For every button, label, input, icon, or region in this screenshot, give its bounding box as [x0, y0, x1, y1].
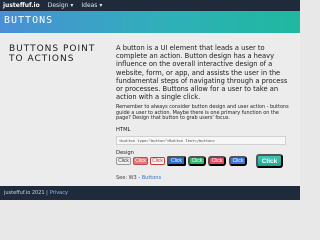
nav-ideas-dropdown[interactable]: Ideas ▾ — [81, 2, 102, 9]
button-examples-row: Click Click Click Click Click Click Clic… — [116, 154, 294, 170]
nav-design-dropdown[interactable]: Design ▾ — [48, 2, 74, 9]
example-button-danger-filled[interactable]: Click — [133, 157, 148, 165]
example-button-danger-outline[interactable]: Click — [150, 157, 165, 165]
html-label: HTML — [116, 126, 131, 133]
hero-banner: BUTTONS — [0, 11, 300, 33]
footer: justeffuf.io 2021 | Privacy — [0, 186, 300, 200]
top-navbar: justeffuf.io Design ▾ Ideas ▾ — [0, 0, 300, 11]
example-button-teal-large[interactable]: Click — [256, 154, 283, 168]
content-column: A button is a UI element that leads a us… — [116, 44, 294, 181]
example-button-primary[interactable]: Click — [167, 156, 186, 166]
example-button-pink[interactable]: Click — [208, 156, 226, 166]
footer-copyright: justeffuf.io 2021 | — [4, 190, 48, 196]
reference-text: See: W3 - Buttons — [116, 175, 161, 181]
guidance-text: Remember to always consider button desig… — [116, 104, 289, 122]
page-title: BUTTONS — [4, 15, 54, 26]
example-button-default[interactable]: Click — [116, 157, 131, 165]
main-content: BUTTONS POINT TO ACTIONS A button is a U… — [0, 33, 300, 186]
reference-link[interactable]: Buttons — [142, 175, 161, 181]
code-sample: <button type="button">Button Text</butto… — [116, 135, 286, 145]
example-button-success[interactable]: Click — [188, 156, 206, 166]
privacy-link[interactable]: Privacy — [50, 190, 68, 196]
reference-prefix: See: W3 - — [116, 175, 142, 181]
example-button-blue[interactable]: Click — [229, 156, 247, 166]
section-heading: BUTTONS POINT TO ACTIONS — [9, 44, 96, 64]
intro-text: A button is a UI element that leads a us… — [116, 44, 288, 102]
brand-link[interactable]: justeffuf.io — [3, 2, 40, 9]
